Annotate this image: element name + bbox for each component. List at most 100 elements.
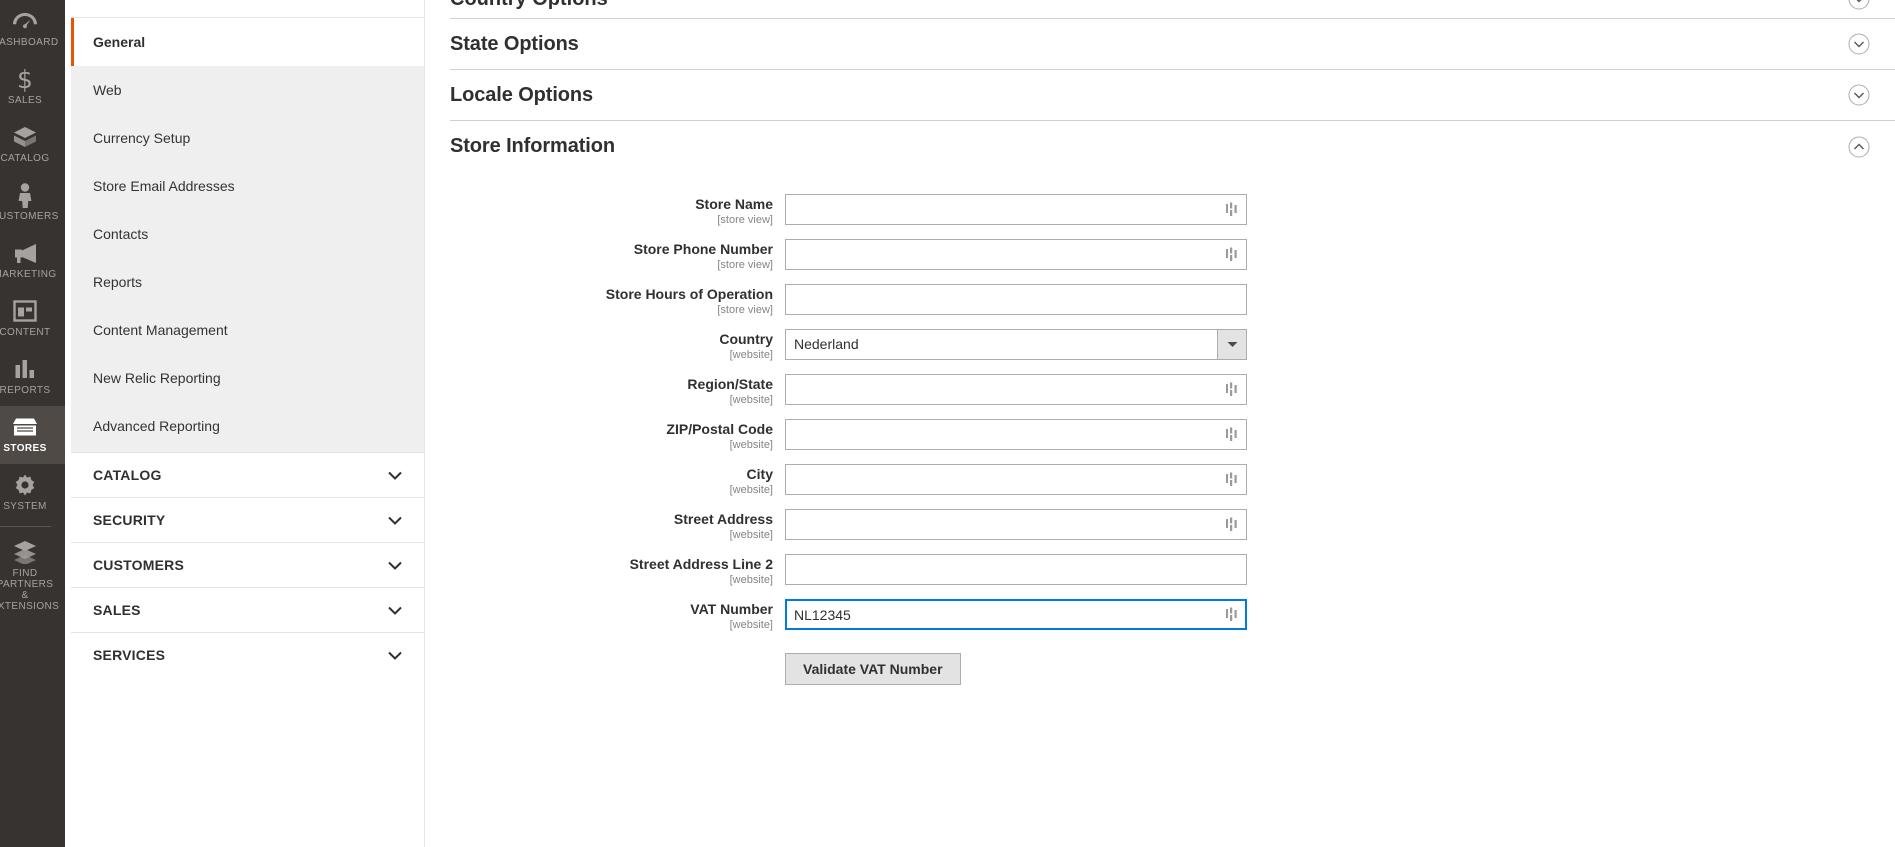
config-section-title: SERVICES <box>93 647 166 663</box>
primary-nav-item-sales[interactable]: $ SALES <box>0 58 65 116</box>
validate-vat-number-button[interactable]: Validate VAT Number <box>785 653 961 685</box>
primary-navigation: DASHBOARD $ SALES CATALOG CUSTOMERS MARKETING… <box>0 0 65 847</box>
field-label-city: City <box>746 466 773 482</box>
config-link-advanced-reporting[interactable]: Advanced Reporting <box>71 402 424 450</box>
field-control-country: Nederland <box>785 329 1247 360</box>
primary-nav-item-find-partners-extensions[interactable]: FIND PARTNERS & EXTENSIONS <box>0 531 65 622</box>
stores-storefront-icon <box>10 414 40 440</box>
store-name-input[interactable] <box>785 194 1247 225</box>
accordion-state-options[interactable]: State Options <box>450 19 1895 70</box>
field-scope-store-hours-of-operation: [store view] <box>717 304 773 316</box>
field-label-store-phone-number: Store Phone Number <box>633 241 773 257</box>
form-rows: Store Name [store view] Store Phone Number… <box>450 194 1895 632</box>
config-section-security[interactable]: SECURITY <box>71 497 424 542</box>
primary-nav-item-content[interactable]: CONTENT <box>0 290 65 348</box>
primary-nav-item-catalog[interactable]: CATALOG <box>0 116 65 174</box>
field-label-wrap: City [website] <box>450 464 785 497</box>
accordion-title: State Options <box>450 32 579 55</box>
zip-postal-code-input[interactable] <box>785 419 1247 450</box>
field-label-country: Country <box>719 331 773 347</box>
store-phone-number-input[interactable] <box>785 239 1247 270</box>
config-link-contacts[interactable]: Contacts <box>71 210 424 258</box>
country-options-title: Country Options <box>450 0 608 11</box>
config-section-title: SECURITY <box>93 512 166 528</box>
primary-nav-label: SYSTEM <box>3 501 47 512</box>
chevron-down-circle-icon[interactable] <box>1848 84 1870 106</box>
store-hours-of-operation-input[interactable] <box>785 284 1247 315</box>
field-row-vat-number: VAT Number [website] <box>450 599 1895 632</box>
nav-top-divider <box>71 0 424 18</box>
field-control-store-name <box>785 194 1247 225</box>
chevron-down-icon <box>388 651 402 660</box>
primary-nav-label: REPORTS <box>0 385 51 396</box>
country-select[interactable]: Nederland <box>785 329 1247 360</box>
field-scope-city: [website] <box>729 484 773 496</box>
field-control-zip-postal-code <box>785 419 1247 450</box>
config-link-web[interactable]: Web <box>71 66 424 114</box>
field-label-wrap: Country [website] <box>450 329 785 362</box>
street-address-line-2-input[interactable] <box>785 554 1247 585</box>
config-link-content-management[interactable]: Content Management <box>71 306 424 354</box>
svg-text:$: $ <box>17 66 33 92</box>
reports-bars-icon <box>10 356 40 382</box>
field-label-wrap: VAT Number [website] <box>450 599 785 632</box>
country-options-chevron-icon[interactable] <box>1848 0 1870 10</box>
config-link-new-relic-reporting[interactable]: New Relic Reporting <box>71 354 424 402</box>
field-control-city <box>785 464 1247 495</box>
primary-nav-label: MARKETING <box>0 269 57 280</box>
field-label-store-name: Store Name <box>695 196 773 212</box>
field-label-region-state: Region/State <box>687 376 773 392</box>
field-label-store-hours-of-operation: Store Hours of Operation <box>605 286 773 302</box>
primary-nav-label: CONTENT <box>0 327 51 338</box>
config-section-title: SALES <box>93 602 141 618</box>
field-label-wrap: Street Address Line 2 [website] <box>450 554 785 587</box>
field-row-region-state: Region/State [website] <box>450 374 1895 407</box>
field-row-street-address-line-2: Street Address Line 2 [website] <box>450 554 1895 587</box>
field-label-wrap: Street Address [website] <box>450 509 785 542</box>
primary-nav-item-dashboard[interactable]: DASHBOARD <box>0 0 65 58</box>
config-link-currency-setup[interactable]: Currency Setup <box>71 114 424 162</box>
chevron-down-circle-icon[interactable] <box>1848 33 1870 55</box>
accordion-title: Store Information <box>450 135 615 157</box>
chevron-up-circle-icon[interactable] <box>1848 136 1870 158</box>
config-section-catalog[interactable]: CATALOG <box>71 452 424 497</box>
primary-nav-item-stores[interactable]: STORES <box>0 406 65 464</box>
field-row-country: Country [website] Nederland <box>450 329 1895 362</box>
chevron-down-icon <box>388 516 402 525</box>
city-input[interactable] <box>785 464 1247 495</box>
field-label-street-address-line-2: Street Address Line 2 <box>629 556 773 572</box>
config-section-sales[interactable]: SALES <box>71 587 424 632</box>
accordion-store-information[interactable]: Store Information <box>450 121 1895 172</box>
primary-nav-label: SALES <box>7 95 43 106</box>
field-scope-zip-postal-code: [website] <box>729 439 773 451</box>
field-row-store-hours-of-operation: Store Hours of Operation [store view] <box>450 284 1895 317</box>
primary-nav-item-system[interactable]: SYSTEM <box>0 464 65 522</box>
vat-number-input[interactable] <box>785 599 1247 630</box>
config-section-services[interactable]: SERVICES <box>71 632 424 677</box>
primary-nav-item-customers[interactable]: CUSTOMERS <box>0 174 65 232</box>
region-state-input[interactable] <box>785 374 1247 405</box>
field-control-store-phone-number <box>785 239 1247 270</box>
accordion-list: State Options Locale Options Store Informa… <box>450 19 1895 172</box>
field-scope-street-address-line-2: [website] <box>729 574 773 586</box>
field-scope-vat-number: [website] <box>729 619 773 631</box>
config-link-general[interactable]: General <box>71 18 424 66</box>
config-link-reports[interactable]: Reports <box>71 258 424 306</box>
config-link-store-email-addresses[interactable]: Store Email Addresses <box>71 162 424 210</box>
dashboard-icon <box>10 8 40 34</box>
country-options-accordion-partial[interactable]: Country Options <box>450 0 1895 19</box>
field-row-zip-postal-code: ZIP/Postal Code [website] <box>450 419 1895 452</box>
field-scope-store-name: [store view] <box>717 214 773 226</box>
primary-nav-item-reports[interactable]: REPORTS <box>0 348 65 406</box>
primary-nav-item-marketing[interactable]: MARKETING <box>0 232 65 290</box>
street-address-input[interactable] <box>785 509 1247 540</box>
chevron-down-icon <box>388 561 402 570</box>
config-section-customers[interactable]: CUSTOMERS <box>71 542 424 587</box>
primary-nav-label: FIND PARTNERS & EXTENSIONS <box>0 568 60 612</box>
config-section-title: CATALOG <box>93 467 162 483</box>
chevron-down-icon <box>388 471 402 480</box>
primary-nav-label: CATALOG <box>0 153 50 164</box>
chevron-down-icon <box>388 606 402 615</box>
accordion-locale-options[interactable]: Locale Options <box>450 70 1895 121</box>
store-information-form: Store Name [store view] Store Phone Number… <box>450 172 1895 685</box>
